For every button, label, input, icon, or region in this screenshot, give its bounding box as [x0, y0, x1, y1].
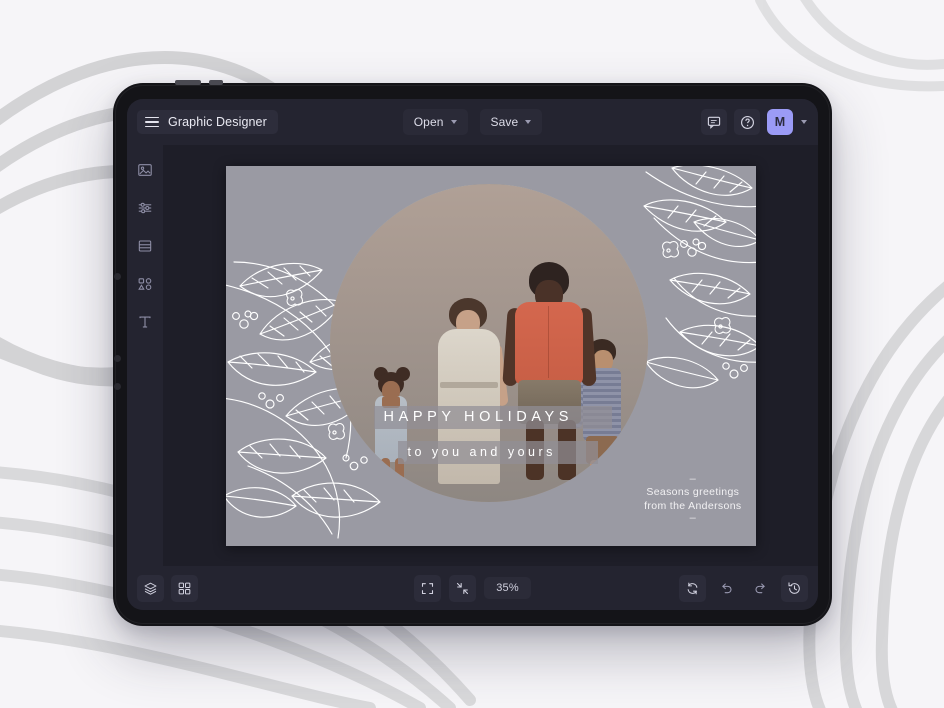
redo-icon [755, 582, 765, 593]
redo-button[interactable] [747, 575, 774, 602]
save-label: Save [490, 115, 519, 129]
shapes-icon [138, 278, 152, 290]
left-tool-rail [127, 145, 163, 566]
device-dot-1 [114, 273, 121, 280]
artwork-headline[interactable]: HAPPY HOLIDAYS [373, 405, 612, 429]
history-icon [788, 581, 800, 594]
tablet-device: Graphic Designer Open Save M HAPPY HOLID… [113, 80, 832, 626]
account-menu-button[interactable] [800, 120, 808, 124]
sidebar-item-text[interactable] [134, 311, 156, 333]
layers-icon [144, 582, 157, 595]
adjustments-icon [138, 202, 152, 214]
image-icon [138, 164, 152, 176]
sidebar-item-layout[interactable] [134, 235, 156, 257]
editor-body: HAPPY HOLIDAYS to you and yours – Season… [127, 145, 818, 566]
collapse-button[interactable] [449, 574, 477, 602]
bottom-left-group [137, 574, 198, 602]
top-actions-group: M [701, 109, 808, 135]
chevron-down-icon [525, 120, 532, 124]
photo-person-mother [439, 381, 498, 388]
undo-icon [722, 582, 732, 593]
tablet-screen: Graphic Designer Open Save M HAPPY HOLID… [127, 99, 818, 610]
app-bottom-toolbar: 35% [127, 566, 818, 610]
fit-to-screen-icon [422, 582, 434, 594]
layout-icon [138, 240, 152, 252]
grid-button[interactable] [171, 574, 198, 602]
signoff-dash-bottom: – [689, 511, 697, 524]
undo-button[interactable] [713, 575, 740, 602]
comment-icon [707, 116, 721, 129]
photo-person-father [514, 301, 583, 384]
photo-person-girl [380, 457, 390, 494]
sidebar-item-shapes[interactable] [134, 273, 156, 295]
device-button-top-2 [209, 80, 223, 85]
layers-button[interactable] [137, 574, 164, 602]
app-title: Graphic Designer [168, 115, 267, 129]
save-button[interactable]: Save [479, 109, 543, 135]
user-avatar[interactable]: M [767, 109, 793, 135]
open-button[interactable]: Open [402, 109, 468, 135]
canvas-area[interactable]: HAPPY HOLIDAYS to you and yours – Season… [163, 145, 818, 566]
chevron-down-icon [801, 120, 807, 124]
help-button[interactable] [734, 109, 760, 135]
artboard[interactable]: HAPPY HOLIDAYS to you and yours – Season… [225, 165, 756, 546]
zoom-level-display[interactable]: 35% [484, 577, 531, 599]
bottom-right-group [679, 574, 808, 602]
help-circle-icon [740, 115, 754, 129]
text-icon [139, 316, 151, 328]
app-top-toolbar: Graphic Designer Open Save M [127, 99, 818, 145]
history-button[interactable] [781, 574, 808, 602]
grid-icon [178, 582, 191, 594]
open-label: Open [413, 115, 444, 129]
signoff-dash-top: – [689, 472, 697, 485]
sync-button[interactable] [679, 574, 706, 602]
photo-person-boy [605, 459, 616, 494]
signoff-line-2: from the Andersons [644, 499, 742, 512]
app-menu-title-button[interactable]: Graphic Designer [137, 110, 278, 134]
signoff-line-1: Seasons greetings [646, 485, 740, 498]
sidebar-item-image[interactable] [134, 159, 156, 181]
fit-to-screen-button[interactable] [414, 574, 442, 602]
sync-icon [687, 582, 698, 594]
artwork-subheadline[interactable]: to you and yours [397, 440, 598, 464]
device-button-top-1 [175, 80, 201, 85]
sidebar-item-adjustments[interactable] [134, 197, 156, 219]
photo-person-boy [589, 459, 600, 494]
collapse-icon [457, 582, 469, 594]
chevron-down-icon [450, 120, 457, 124]
comment-button[interactable] [701, 109, 727, 135]
artwork-signoff[interactable]: – Seasons greetings from the Andersons – [644, 472, 742, 524]
device-dot-3 [114, 383, 121, 390]
hamburger-icon[interactable] [145, 116, 159, 128]
device-dot-2 [114, 355, 121, 362]
